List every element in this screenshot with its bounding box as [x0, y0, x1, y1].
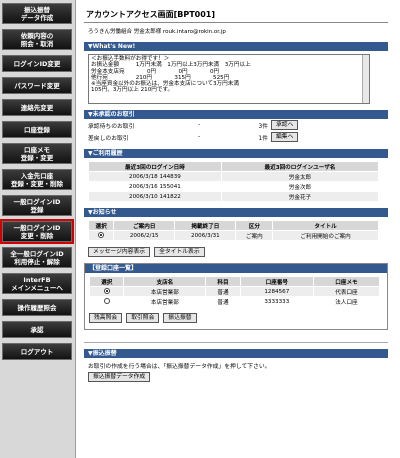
history-cell: 2006/3/16 155041 [88, 181, 222, 192]
account-cell: 本店営業部 [123, 286, 207, 297]
account-cell: 普通 [205, 286, 241, 297]
whats-new-header: ▼What's New! [84, 42, 388, 51]
sidebar-item-7[interactable]: 入金先口座 登録・変更・削除 [2, 169, 72, 190]
sidebar-item-5[interactable]: 口座登録 [2, 121, 72, 138]
pending-action-button[interactable]: 編集へ [271, 132, 299, 142]
pending-count: 1件 [258, 135, 269, 142]
pending-dash: - [198, 122, 201, 128]
account-radio[interactable] [103, 288, 110, 295]
sidebar-item-10[interactable]: 全一般ログインID 利用停止・解除 [2, 247, 72, 268]
accounts-buttons: 残高照会 取引照会 振込振替 [89, 313, 387, 323]
sidebar-item-9[interactable]: 一般ログインID 変更・削除 [0, 219, 74, 244]
pending-count: 3件 [258, 123, 269, 130]
sidebar-item-12[interactable]: 操作履歴照会 [2, 299, 72, 316]
history-cell: 2006/3/10 141822 [88, 191, 222, 202]
sidebar-item-4[interactable]: 連絡先変更 [2, 99, 72, 116]
main-content: アカウントアクセス画面[BPT001] ろうきん労働組合 労金太郎様 rouk.… [84, 6, 388, 382]
table-row: 2006/2/15 2006/3/31 ご案内 ご利用開始のご案内 [87, 230, 379, 241]
user-info: ろうきん労働組合 労金太郎様 rouk.intaro@rokin.or.jp [88, 29, 226, 35]
account-button-1[interactable]: 取引照会 [126, 313, 160, 323]
history-cell: 労金太郎 [220, 171, 380, 182]
sidebar-item-8[interactable]: 一般ログインID 登録 [2, 195, 72, 216]
sidebar-item-11[interactable]: InterFB メインメニューへ [2, 273, 72, 294]
pending-header: ▼未承認のお取引 [84, 110, 388, 119]
account-cell: 本店営業部 [123, 296, 207, 307]
accounts-col-1: 支店名 [123, 276, 207, 287]
account-cell: 1284567 [239, 286, 314, 297]
table-row: 本店営業部 普通 3333333 法人口座 [88, 296, 381, 307]
pending-label: 差戻しのお取引 [88, 135, 129, 142]
whats-new-box[interactable]: ＜お振込手数料がお得です！＞ お振込金額 1万円未満 1万円以上3万円未満 3万… [88, 54, 370, 104]
notice-button-1[interactable]: 全タイトル表示 [154, 247, 205, 257]
select-cell [88, 286, 125, 297]
accounts-frame: 【登録口座一覧】 選択 支店名 科目 口座番号 口座メモ 本店営業部 普通 1284567 代… [84, 263, 388, 330]
pending-row: 差戻しのお取引 - 1件 編集へ [84, 131, 388, 143]
notice-cell: 2006/2/15 [113, 230, 176, 241]
pending-action-button[interactable]: 承認へ [271, 120, 299, 130]
history-table: 最近3回のログイン日時 最近3回のログインユーザ名 2006/3/18 14483… [88, 161, 380, 202]
sidebar-item-2[interactable]: ログインID変更 [2, 55, 72, 72]
sidebar-item-0[interactable]: 振込振替 データ作成 [2, 3, 72, 24]
scrollbar[interactable] [362, 55, 369, 103]
whats-new-text: ＜お振込手数料がお得です！＞ お振込金額 1万円未満 1万円以上3万円未満 3万… [91, 56, 251, 94]
notice-cell: 2006/3/31 [174, 230, 237, 241]
pending-label: 承認待ちのお取引 [88, 123, 135, 130]
history-cell: 労金次郎 [220, 181, 380, 192]
account-button-0[interactable]: 残高照会 [89, 313, 123, 323]
accounts-header: 【登録口座一覧】 [85, 264, 387, 273]
table-row: 2006/3/10 141822 労金花子 [88, 191, 380, 202]
pending-dash: - [198, 134, 201, 140]
notices-col-3: 区分 [235, 220, 274, 231]
account-cell: 3333333 [239, 296, 314, 307]
notices-col-0: 選択 [87, 220, 115, 231]
history-cell: 2006/3/18 144839 [88, 171, 222, 182]
accounts-table: 選択 支店名 科目 口座番号 口座メモ 本店営業部 普通 1284567 代表口座 本店営業部普… [88, 276, 381, 307]
pending-list: 承認待ちのお取引 - 3件 承認へ差戻しのお取引 - 1件 編集へ [84, 119, 388, 143]
notice-button-0[interactable]: メッセージ内容表示 [88, 247, 151, 257]
sidebar-item-13[interactable]: 承認 [2, 321, 72, 338]
notices-col-4: タイトル [272, 220, 379, 231]
notice-cell: ご利用開始のご案内 [272, 230, 379, 241]
notice-cell: ご案内 [235, 230, 274, 241]
sidebar-item-3[interactable]: パスワード変更 [2, 77, 72, 94]
notices-table: 選択 ご案内日 掲載終了日 区分 タイトル 2006/2/15 2006/3/31 ご案内ご… [87, 220, 379, 241]
pending-row: 承認待ちのお取引 - 3件 承認へ [84, 119, 388, 131]
history-cell: 労金花子 [220, 191, 380, 202]
history-col-user: 最近3回のログインユーザ名 [220, 161, 380, 172]
notices-buttons: メッセージ内容表示 全タイトル表示 [88, 247, 388, 257]
notices-header: ▼お知らせ [84, 208, 388, 217]
account-button-2[interactable]: 振込振替 [163, 313, 197, 323]
account-cell: 法人口座 [312, 296, 381, 307]
transfer-header: ▼振込振替 [84, 349, 388, 358]
accounts-col-0: 選択 [88, 276, 125, 287]
notices-col-2: 掲載終了日 [174, 220, 237, 231]
sidebar-menu: 振込振替 データ作成 依頼内容の 照会・取消ログインID変更 パスワード変更 連絡先変… [0, 0, 76, 458]
history-header: ▼ご利用履歴 [84, 149, 388, 158]
account-cell: 代表口座 [312, 286, 381, 297]
sidebar-item-1[interactable]: 依頼内容の 照会・取消 [2, 29, 72, 50]
sidebar-item-14[interactable]: ログアウト [2, 343, 72, 360]
notice-radio[interactable] [98, 232, 105, 239]
sidebar-item-6[interactable]: 口座メモ 登録・変更 [2, 143, 72, 164]
select-cell [88, 296, 125, 307]
transfer-create-button[interactable]: 振込振替データ作成 [88, 372, 151, 382]
history-col-date: 最近3回のログイン日時 [88, 161, 222, 172]
account-radio[interactable] [103, 298, 110, 305]
accounts-col-4: 口座メモ [312, 276, 381, 287]
page-title: アカウントアクセス画面[BPT001] [84, 6, 388, 23]
table-row: 2006/3/16 155041 労金次郎 [88, 181, 380, 192]
notices-col-1: ご案内日 [113, 220, 176, 231]
table-row: 2006/3/18 144839 労金太郎 [88, 171, 380, 182]
accounts-col-2: 科目 [205, 276, 241, 287]
divider [84, 342, 388, 343]
select-cell [87, 230, 115, 241]
table-row: 本店営業部 普通 1284567 代表口座 [88, 286, 381, 297]
account-cell: 普通 [205, 296, 241, 307]
accounts-col-3: 口座番号 [239, 276, 314, 287]
transfer-text: お取引の作成を行う場合は、「振込振替データ作成」を押して下さい。 [88, 364, 271, 370]
